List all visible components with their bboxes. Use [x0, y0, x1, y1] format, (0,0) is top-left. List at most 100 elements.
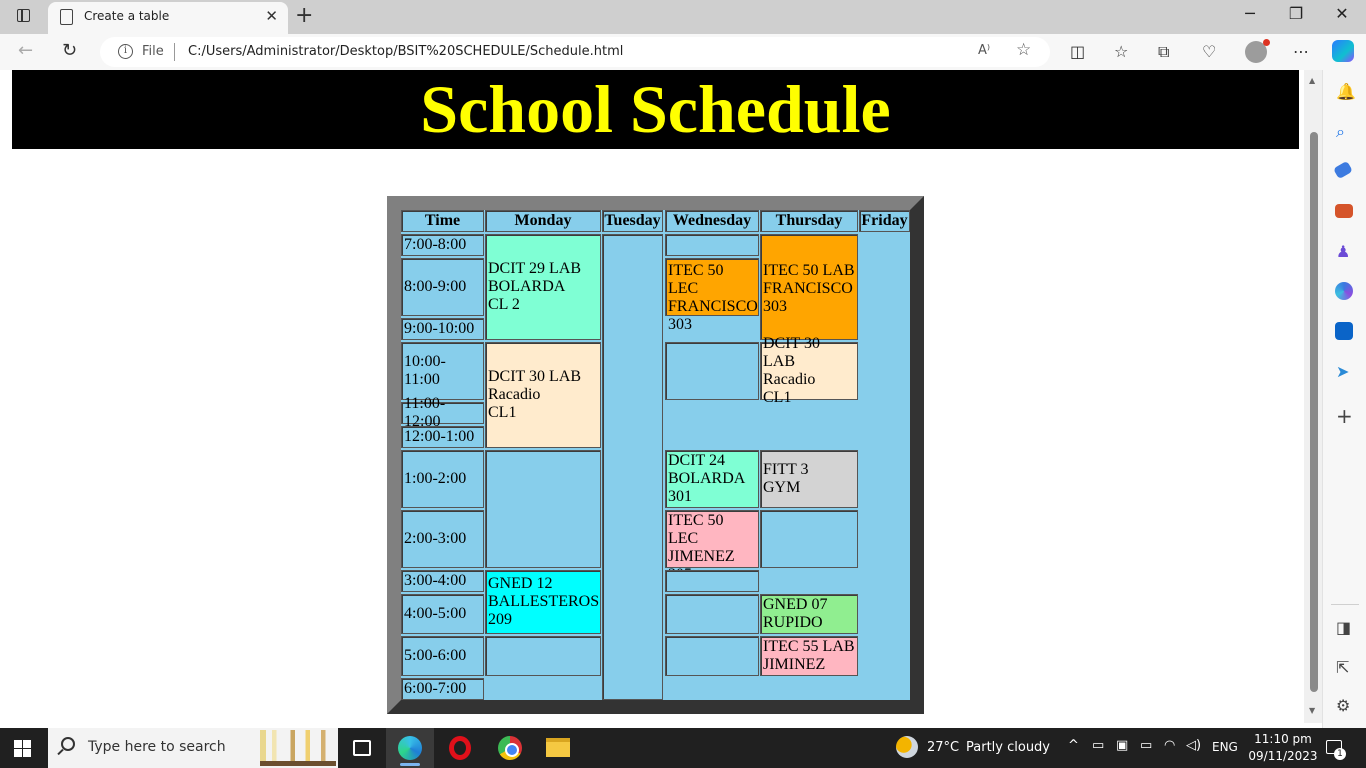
empty-cell [485, 450, 601, 568]
page-header: School Schedule [12, 70, 1299, 149]
time-cell: 2:00-3:00 [401, 510, 484, 568]
clock-date[interactable]: 09/11/2023 [1248, 749, 1318, 763]
volume-icon[interactable]: ◁) [1186, 738, 1201, 753]
file-label: File [142, 44, 164, 59]
show-hidden-icons-icon[interactable]: ^ [1068, 738, 1079, 753]
url-text[interactable]: C:/Users/Administrator/Desktop/BSIT%20SC… [188, 44, 623, 59]
task-view-button[interactable] [338, 728, 386, 768]
class-dcit30-lab: DCIT 30 LAB Racadio CL1 [485, 342, 601, 448]
scroll-thumb[interactable] [1310, 132, 1318, 692]
edge-icon [398, 736, 422, 760]
class-fitt3: FITT 3 GYM [760, 450, 858, 508]
search-highlight-image [260, 730, 336, 766]
profile-avatar[interactable] [1245, 39, 1270, 63]
tab-close-icon[interactable]: ✕ [265, 7, 278, 25]
empty-cell [485, 636, 601, 676]
chrome-icon [498, 736, 522, 760]
class-itec55-lab: ITEC 55 LAB JIMINEZ [760, 636, 858, 676]
page-viewport: School Schedule Time Monday Tuesday Wedn… [0, 70, 1322, 723]
windows-taskbar: Type here to search 27°C Partly cloudy ^… [0, 728, 1366, 768]
back-icon[interactable]: ← [18, 40, 33, 61]
microsoft-365-icon[interactable] [1335, 282, 1353, 300]
clock-time[interactable]: 11:10 pm [1254, 732, 1312, 746]
scroll-down-icon[interactable]: ▼ [1309, 706, 1315, 715]
read-aloud-icon[interactable]: A⁾ [978, 43, 990, 58]
empty-cell [760, 510, 858, 568]
taskbar-search-box[interactable]: Type here to search [48, 728, 338, 768]
search-icon[interactable]: ⌕ [1336, 122, 1345, 142]
edge-taskbar-button[interactable] [386, 728, 434, 768]
collections-icon[interactable]: ⧉ [1158, 42, 1169, 62]
time-cell: 7:00-8:00 [401, 234, 484, 256]
opera-icon [449, 736, 471, 760]
settings-more-icon[interactable]: ⋯ [1293, 42, 1309, 61]
shopping-tag-icon[interactable] [1333, 160, 1353, 180]
header-wednesday: Wednesday [665, 210, 759, 232]
page-scrollbar[interactable]: ▲ ▼ [1304, 70, 1322, 723]
empty-cell [665, 594, 759, 634]
minimize-button[interactable]: ─ [1230, 4, 1270, 28]
time-cell: 12:00-1:00 [401, 426, 484, 448]
header-thursday: Thursday [760, 210, 858, 232]
empty-cell [665, 636, 759, 676]
tab-actions-icon[interactable] [10, 8, 38, 28]
notification-bell-icon[interactable]: 🔔 [1336, 82, 1356, 101]
address-bar[interactable]: i File C:/Users/Administrator/Desktop/BS… [100, 37, 1050, 67]
drop-icon[interactable]: ➤ [1336, 362, 1349, 381]
time-cell: 6:00-7:00 [401, 678, 484, 700]
schedule-table: Time Monday Tuesday Wednesday Thursday F… [387, 196, 924, 714]
new-tab-button[interactable]: + [295, 3, 313, 28]
add-icon[interactable]: + [1336, 404, 1353, 428]
tuesday-empty-cell [602, 234, 663, 700]
browser-tab[interactable]: Create a table ✕ [48, 2, 288, 34]
onedrive-icon[interactable]: ▣ [1116, 738, 1128, 753]
refresh-icon[interactable]: ↻ [62, 40, 77, 61]
empty-cell [665, 342, 759, 400]
header-monday: Monday [485, 210, 601, 232]
maximize-button[interactable]: ❐ [1276, 4, 1316, 28]
opera-taskbar-button[interactable] [436, 728, 484, 768]
outlook-icon[interactable] [1335, 322, 1353, 340]
split-screen-icon[interactable]: ◫ [1070, 42, 1085, 61]
time-cell: 5:00-6:00 [401, 636, 484, 676]
class-itec50-lec-francisco: ITEC 50 LEC FRANCISCO 303 [665, 258, 759, 333]
favorites-icon[interactable]: ☆ [1114, 42, 1128, 61]
search-placeholder: Type here to search [88, 739, 226, 755]
class-dcit30-lab-thu: DCIT 30 LAB Racadio CL1 [760, 335, 858, 406]
info-icon[interactable]: i [118, 44, 133, 59]
browser-essentials-icon[interactable]: ♡ [1202, 42, 1216, 61]
weather-description[interactable]: Partly cloudy [966, 740, 1050, 755]
time-cell: 4:00-5:00 [401, 594, 484, 634]
time-cell: 3:00-4:00 [401, 570, 484, 592]
task-view-icon [353, 740, 371, 756]
meet-now-icon[interactable]: ▭ [1092, 738, 1104, 753]
empty-cell [665, 234, 759, 256]
sidebar-toggle-icon[interactable]: ◨ [1336, 618, 1351, 637]
address-bar-row: ← ↻ i File C:/Users/Administrator/Deskto… [0, 34, 1366, 70]
weather-temperature[interactable]: 27°C [927, 740, 959, 755]
tools-briefcase-icon[interactable] [1335, 204, 1353, 218]
games-icon[interactable]: ♟ [1336, 242, 1350, 261]
scroll-up-icon[interactable]: ▲ [1309, 76, 1315, 85]
sidebar-divider [1331, 604, 1359, 605]
header-tuesday: Tuesday [602, 210, 663, 232]
battery-icon[interactable]: ▭ [1140, 738, 1152, 753]
tab-bar: Create a table ✕ + ─ ❐ ✕ [0, 0, 1366, 34]
header-friday: Friday [859, 210, 910, 232]
wifi-icon[interactable]: ◠ [1164, 738, 1175, 753]
weather-partly-cloudy-icon[interactable] [896, 736, 918, 758]
copilot-icon[interactable] [1332, 40, 1354, 62]
chrome-taskbar-button[interactable] [486, 728, 534, 768]
time-cell: 9:00-10:00 [401, 318, 484, 340]
class-dcit24: DCIT 24 BOLARDA 301 [665, 450, 759, 508]
close-window-button[interactable]: ✕ [1322, 4, 1362, 28]
favorite-star-icon[interactable]: ☆ [1016, 40, 1031, 60]
time-cell: 11:00-12:00 [401, 395, 484, 430]
language-indicator[interactable]: ENG [1212, 740, 1238, 754]
file-explorer-taskbar-button[interactable] [534, 728, 582, 768]
page-title: School Schedule [420, 71, 891, 147]
settings-gear-icon[interactable]: ⚙ [1336, 696, 1350, 715]
open-external-icon[interactable]: ⇱ [1336, 658, 1349, 677]
notification-count-badge: 1 [1334, 748, 1346, 760]
windows-start-icon[interactable] [14, 740, 32, 757]
